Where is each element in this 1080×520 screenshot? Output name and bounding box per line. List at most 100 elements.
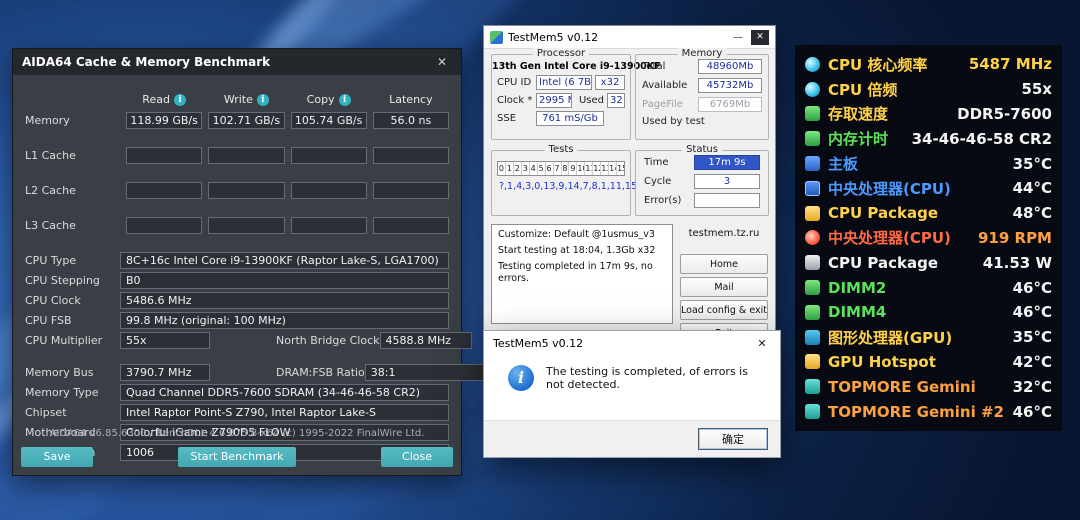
dialog-titlebar[interactable]: TestMem5 v0.12 ✕ bbox=[484, 331, 780, 355]
sensor-row-motherboard: 主板 35°C bbox=[805, 151, 1052, 176]
sensor-row-gpu-hotspot: GPU Hotspot 42°C bbox=[805, 350, 1052, 375]
l2-cache-row: L2 Cache bbox=[25, 182, 449, 199]
l2-latency-value bbox=[373, 182, 449, 199]
status-group-label: Status bbox=[682, 144, 722, 155]
l1-row-label: L1 Cache bbox=[25, 149, 120, 162]
sensor-row-cpu-clock: CPU 核心频率 5487 MHz bbox=[805, 52, 1052, 77]
total-row: Total 48960Mb bbox=[642, 59, 762, 74]
sensor-row-dimm2: DIMM2 46°C bbox=[805, 275, 1052, 300]
dram-fsb-ratio-label: DRAM:FSB Ratio bbox=[276, 366, 365, 379]
write-header: Write bbox=[224, 93, 253, 106]
minimize-icon[interactable]: — bbox=[730, 32, 746, 43]
memory-bus-row: Memory Bus 3790.7 MHz DRAM:FSB Ratio 38:… bbox=[25, 364, 449, 381]
sensor-value: DDR5-7600 bbox=[957, 105, 1052, 123]
l1-cache-row: L1 Cache bbox=[25, 147, 449, 164]
test-cell: 0 bbox=[498, 162, 505, 175]
dialog-close-icon[interactable]: ✕ bbox=[753, 337, 771, 350]
cpu-stepping-row: CPU Stepping B0 bbox=[25, 272, 449, 289]
sensor-value: 44°C bbox=[1013, 179, 1052, 197]
testmem5-titlebar[interactable]: TestMem5 v0.12 — ✕ bbox=[484, 26, 775, 49]
sensor-label: CPU Package bbox=[828, 204, 938, 222]
sensor-value: 35°C bbox=[1013, 328, 1052, 346]
cpu-clock-value: 5486.6 MHz bbox=[120, 292, 449, 309]
memory-type-label: Memory Type bbox=[25, 386, 120, 399]
sensor-value: 919 RPM bbox=[978, 229, 1052, 247]
sensor-value: 35°C bbox=[1013, 155, 1052, 173]
test-sequence: ?,1,4,3,0,13,9,14,7,8,1,11,15 bbox=[499, 181, 630, 192]
test-cell: 12 bbox=[592, 162, 600, 175]
write-info-icon[interactable]: i bbox=[257, 94, 269, 106]
errors-value bbox=[694, 193, 760, 208]
available-row: Available 45732Mb bbox=[642, 78, 762, 93]
sensor-label: 内存计时 bbox=[828, 128, 888, 149]
aida64-button-row: Save Start Benchmark Close bbox=[21, 447, 453, 467]
sensor-value: 46°C bbox=[1013, 279, 1052, 297]
sensor-row-cpu-temp: 中央处理器(CPU) 44°C bbox=[805, 176, 1052, 201]
test-cell: 14 bbox=[608, 162, 616, 175]
memory-bench-row: Memory 118.99 GB/s 102.71 GB/s 105.74 GB… bbox=[25, 112, 449, 129]
used-by-test-label: Used by test bbox=[642, 116, 762, 127]
errors-label: Error(s) bbox=[644, 195, 694, 206]
memory-bus-value: 3790.7 MHz bbox=[120, 364, 210, 381]
read-info-icon[interactable]: i bbox=[174, 94, 186, 106]
sensor-row-gpu-temp: 图形处理器(GPU) 35°C bbox=[805, 325, 1052, 350]
dimm4-temp-icon bbox=[805, 305, 820, 320]
gpu-temp-icon bbox=[805, 330, 820, 345]
memory-type-row: Memory Type Quad Channel DDR5-7600 SDRAM… bbox=[25, 384, 449, 401]
north-bridge-clock-label: North Bridge Clock bbox=[276, 334, 380, 347]
cpu-type-label: CPU Type bbox=[25, 254, 120, 267]
test-cell: 5 bbox=[537, 162, 545, 175]
clock-row: Clock * 2995 MHz Used 32 bbox=[497, 93, 625, 108]
cpu-multiplier-row: CPU Multiplier 55x North Bridge Clock 45… bbox=[25, 332, 449, 349]
testmem5-dialog: TestMem5 v0.12 ✕ i The testing is comple… bbox=[483, 330, 781, 458]
memory-latency-value: 56.0 ns bbox=[373, 112, 449, 129]
sensor-label: 图形处理器(GPU) bbox=[828, 327, 952, 348]
tests-groupbox: Tests 0 1 2 3 4 5 6 7 8 9 10 11 12 13 14… bbox=[491, 150, 631, 216]
mail-button[interactable]: Mail bbox=[680, 277, 768, 297]
cpu-type-value: 8C+16c Intel Core i9-13900KF (Raptor Lak… bbox=[120, 252, 449, 269]
close-button[interactable]: Close bbox=[381, 447, 453, 467]
cpu-fsb-value: 99.8 MHz (original: 100 MHz) bbox=[120, 312, 449, 329]
test-cell: 13 bbox=[600, 162, 608, 175]
memory-group-label: Memory bbox=[678, 48, 727, 59]
cpu-stepping-label: CPU Stepping bbox=[25, 274, 120, 287]
cycle-row: Cycle 3 bbox=[644, 174, 760, 189]
pagefile-value: 6769Mb bbox=[698, 97, 762, 112]
cpu-power-icon bbox=[805, 255, 820, 270]
sensor-label: TOPMORE Gemini #2 bbox=[828, 403, 1004, 421]
l3-copy-value bbox=[291, 217, 367, 234]
test-cell: 3 bbox=[521, 162, 529, 175]
start-benchmark-button[interactable]: Start Benchmark bbox=[178, 447, 295, 467]
testmem5-close-icon[interactable]: ✕ bbox=[751, 30, 769, 45]
cpu-id-label: CPU ID bbox=[497, 77, 533, 88]
sensor-row-cpu-multiplier: CPU 倍频 55x bbox=[805, 77, 1052, 102]
aida64-titlebar[interactable]: AIDA64 Cache & Memory Benchmark ✕ bbox=[13, 49, 461, 75]
clock-value: 2995 MHz bbox=[536, 93, 572, 108]
copy-info-icon[interactable]: i bbox=[339, 94, 351, 106]
home-button[interactable]: Home bbox=[680, 254, 768, 274]
l3-latency-value bbox=[373, 217, 449, 234]
test-cell: 15 bbox=[616, 162, 624, 175]
load-config-exit-button[interactable]: Load config & exit bbox=[680, 300, 768, 320]
test-cell: 4 bbox=[529, 162, 537, 175]
test-cell: 10 bbox=[576, 162, 584, 175]
sensor-label: DIMM4 bbox=[828, 303, 886, 321]
errors-row: Error(s) bbox=[644, 193, 760, 208]
l3-cache-row: L3 Cache bbox=[25, 217, 449, 234]
sensor-label: 主板 bbox=[828, 153, 858, 174]
ok-button[interactable]: 确定 bbox=[698, 428, 768, 450]
sensor-label: 中央处理器(CPU) bbox=[828, 178, 951, 199]
testmem-site-label: testmem.tz.ru bbox=[680, 228, 768, 239]
aida64-close-icon[interactable]: ✕ bbox=[432, 55, 452, 69]
sse-row: SSE 761 mS/Gb bbox=[497, 111, 625, 126]
sensor-panel: CPU 核心频率 5487 MHz CPU 倍频 55x 存取速度 DDR5-7… bbox=[795, 45, 1062, 431]
pagefile-row: PageFile 6769Mb bbox=[642, 97, 762, 112]
l2-read-value bbox=[126, 182, 202, 199]
sensor-label: 中央处理器(CPU) bbox=[828, 227, 951, 248]
dialog-footer: 确定 bbox=[484, 420, 780, 457]
cpu-name: 13th Gen Intel Core i9-13900KF bbox=[492, 61, 630, 72]
memory-type-value: Quad Channel DDR5-7600 SDRAM (34-46-46-5… bbox=[120, 384, 449, 401]
save-button[interactable]: Save bbox=[21, 447, 93, 467]
sensor-value: 42°C bbox=[1013, 353, 1052, 371]
test-cell: 8 bbox=[561, 162, 569, 175]
